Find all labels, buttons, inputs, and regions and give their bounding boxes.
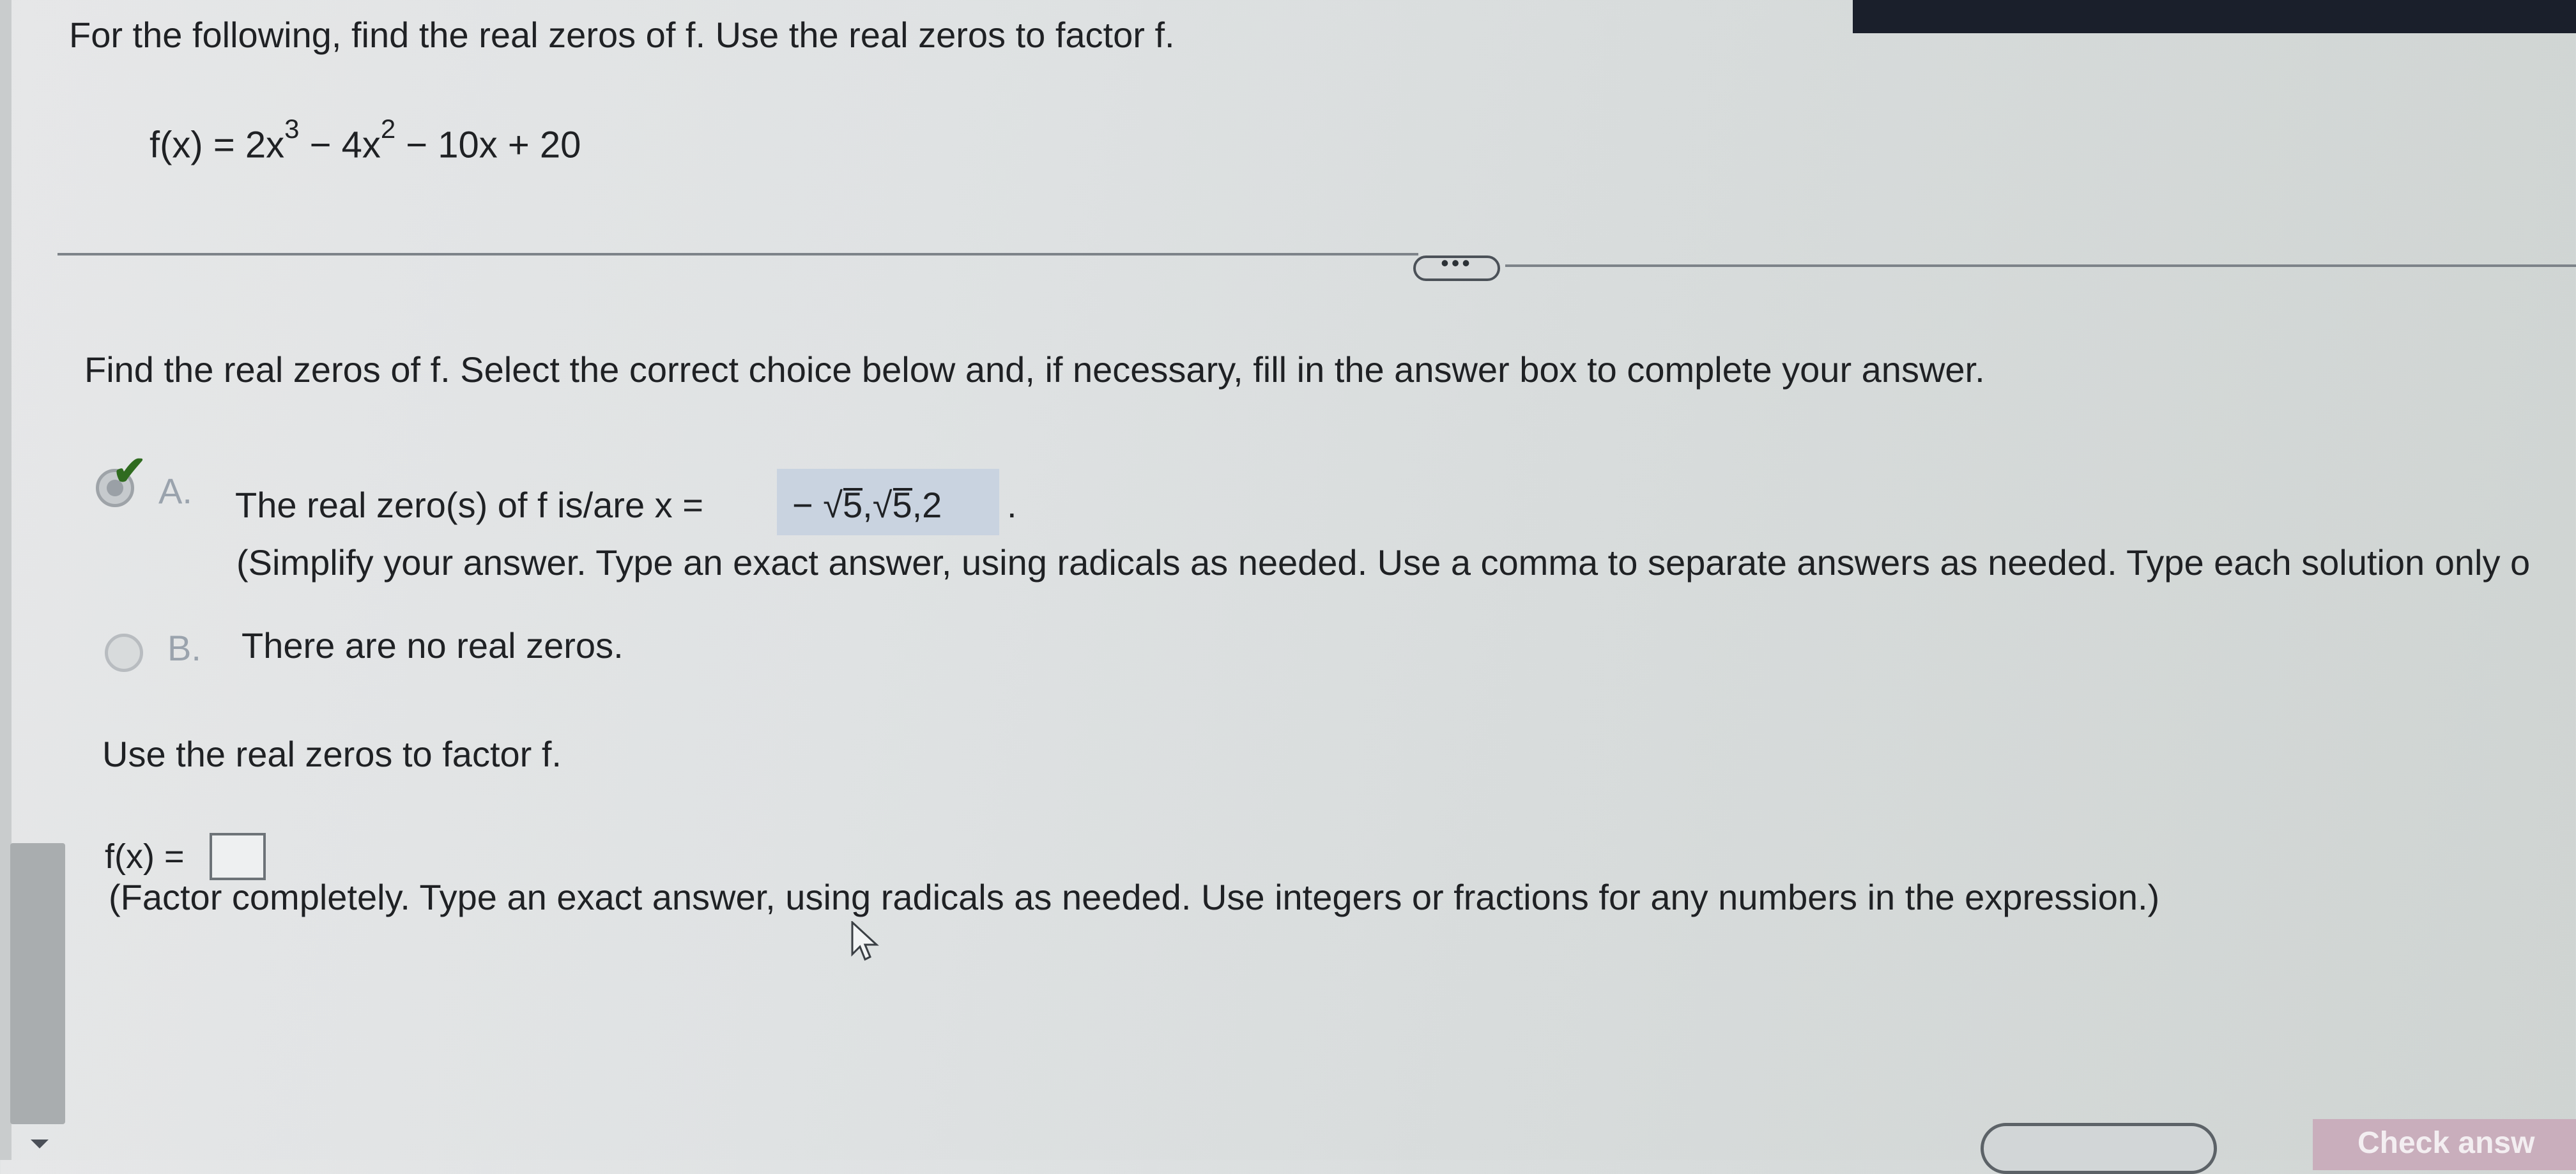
option-a-letter: A. xyxy=(158,471,192,511)
top-bar xyxy=(1853,0,2576,33)
section-divider xyxy=(1505,264,2576,267)
check-answer-button[interactable]: Check answ xyxy=(2313,1119,2576,1170)
mouse-pointer-icon xyxy=(851,921,879,961)
option-b-letter: B. xyxy=(167,628,201,668)
question-title: For the following, find the real zeros o… xyxy=(69,15,1175,55)
zeros-answer-value: − √5 ,√5,2 xyxy=(792,485,942,525)
scrollbar-thumb[interactable] xyxy=(10,843,65,1124)
more-options-button[interactable]: ••• xyxy=(1413,252,1500,281)
option-b-radio[interactable] xyxy=(105,634,143,672)
option-a-note: (Simplify your answer. Type an exact ans… xyxy=(236,542,2531,583)
radical-sqrt-5: √5 xyxy=(872,485,912,525)
function-expression: f(x) = 2x3 − 4x2 − 10x + 20 xyxy=(150,114,581,166)
correct-check-icon: ✔ xyxy=(112,448,147,494)
section-divider xyxy=(57,253,1418,255)
help-button[interactable] xyxy=(1981,1123,2217,1174)
option-b-text: There are no real zeros. xyxy=(241,625,624,666)
option-a-text: The real zero(s) of f is/are x = xyxy=(235,485,703,525)
radical-sqrt-5: √5 xyxy=(823,485,863,525)
part2-note: (Factor completely. Type an exact answer… xyxy=(109,877,2160,917)
factor-label: f(x) = xyxy=(105,837,185,876)
factor-answer-input[interactable] xyxy=(210,833,266,880)
part1-instruction: Find the real zeros of f. Select the cor… xyxy=(84,349,1985,390)
scroll-down-arrow-icon[interactable] xyxy=(31,1140,49,1148)
part2-instruction: Use the real zeros to factor f. xyxy=(102,734,562,774)
answer-period: . xyxy=(1007,485,1017,525)
